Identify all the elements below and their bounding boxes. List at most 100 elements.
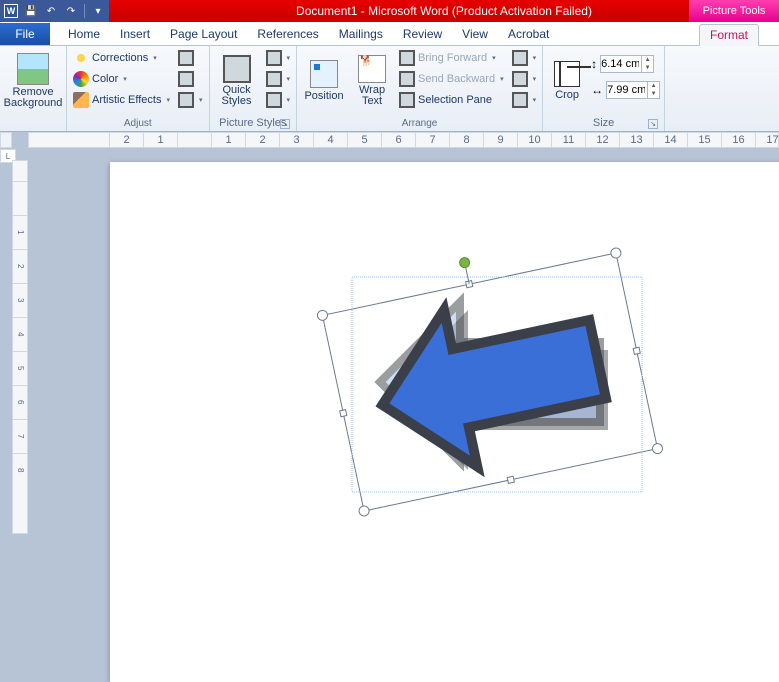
tab-home[interactable]: Home bbox=[58, 23, 110, 45]
selection-pane-button[interactable]: Selection Pane bbox=[397, 90, 506, 110]
group-button[interactable]: ▾ bbox=[510, 69, 539, 89]
change-picture-button[interactable] bbox=[176, 69, 205, 89]
picture-border-button[interactable]: ▾ bbox=[264, 48, 293, 68]
ruler-tick: 9 bbox=[483, 133, 517, 147]
qat-customize-icon[interactable]: ▾ bbox=[91, 4, 105, 18]
ruler-tick: 8 bbox=[449, 133, 483, 147]
width-field[interactable]: ↔ ▲▼ bbox=[591, 80, 660, 100]
change-picture-icon bbox=[178, 71, 194, 87]
undo-icon[interactable]: ↶ bbox=[44, 4, 58, 18]
vertical-ruler[interactable]: 12345678 bbox=[12, 160, 28, 534]
artistic-effects-button[interactable]: Artistic Effects▾ bbox=[71, 90, 172, 110]
color-icon bbox=[73, 71, 89, 87]
spin-up-icon[interactable]: ▲ bbox=[647, 82, 659, 90]
reset-picture-button[interactable]: ▾ bbox=[176, 90, 205, 110]
tab-acrobat[interactable]: Acrobat bbox=[498, 23, 559, 45]
tab-format[interactable]: Format bbox=[699, 24, 759, 46]
artistic-effects-icon bbox=[73, 92, 89, 108]
rotate-icon bbox=[512, 92, 528, 108]
chevron-down-icon: ▾ bbox=[199, 96, 203, 104]
chevron-down-icon: ▾ bbox=[287, 96, 291, 104]
width-icon: ↔ bbox=[591, 83, 603, 97]
position-button[interactable]: Position bbox=[301, 48, 347, 114]
ruler-tick bbox=[13, 181, 27, 215]
send-backward-button[interactable]: Send Backward▾ bbox=[397, 69, 506, 89]
dialog-launcher-icon[interactable]: ↘ bbox=[280, 119, 290, 129]
chevron-down-icon: ▾ bbox=[533, 96, 537, 104]
effects-icon bbox=[266, 71, 282, 87]
word-app-icon[interactable]: W bbox=[4, 4, 18, 18]
ruler-tick: 2 bbox=[109, 133, 143, 147]
document-page[interactable] bbox=[110, 162, 779, 682]
ruler-tick: 4 bbox=[13, 317, 27, 351]
picture-layout-button[interactable]: ▾ bbox=[264, 90, 293, 110]
quick-access-toolbar: W 💾 ↶ ↷ ▾ bbox=[0, 0, 109, 22]
chevron-down-icon: ▾ bbox=[166, 96, 170, 104]
spin-down-icon[interactable]: ▼ bbox=[641, 64, 653, 72]
chevron-down-icon: ▾ bbox=[500, 75, 504, 83]
ruler-tick: 7 bbox=[13, 419, 27, 453]
chevron-down-icon: ▾ bbox=[533, 75, 537, 83]
ruler-tick: 2 bbox=[245, 133, 279, 147]
ruler-tick bbox=[177, 133, 211, 147]
reset-icon bbox=[178, 92, 194, 108]
ruler-tick: 12 bbox=[585, 133, 619, 147]
height-field[interactable]: ↕ ▲▼ bbox=[591, 54, 660, 74]
ruler-tick: 13 bbox=[619, 133, 653, 147]
quick-styles-icon bbox=[223, 55, 251, 83]
redo-icon[interactable]: ↷ bbox=[64, 4, 78, 18]
window-title: Document1 - Microsoft Word (Product Acti… bbox=[109, 4, 779, 18]
ruler-tick: 4 bbox=[313, 133, 347, 147]
group-label-size: Size↘ bbox=[547, 116, 660, 131]
rotate-button[interactable]: ▾ bbox=[510, 90, 539, 110]
save-icon[interactable]: 💾 bbox=[24, 4, 38, 18]
ribbon-tabs: File Home Insert Page Layout References … bbox=[0, 22, 779, 46]
spin-down-icon[interactable]: ▼ bbox=[647, 90, 659, 98]
compress-pictures-button[interactable] bbox=[176, 48, 205, 68]
tab-references[interactable]: References bbox=[247, 23, 328, 45]
tab-review[interactable]: Review bbox=[393, 23, 452, 45]
ribbon: Remove Background Corrections▾ Color▾ Ar… bbox=[0, 46, 779, 132]
ruler-tick: 8 bbox=[13, 453, 27, 487]
selected-picture[interactable] bbox=[310, 237, 670, 527]
tab-insert[interactable]: Insert bbox=[110, 23, 160, 45]
corrections-icon bbox=[73, 50, 89, 66]
chevron-down-icon: ▾ bbox=[492, 54, 496, 62]
dialog-launcher-icon[interactable]: ↘ bbox=[648, 119, 658, 129]
ruler-tick: 5 bbox=[347, 133, 381, 147]
send-backward-icon bbox=[399, 71, 415, 87]
position-icon bbox=[310, 60, 338, 88]
qat-separator bbox=[84, 4, 85, 18]
group-size: Crop ↕ ▲▼ ↔ ▲▼ Size↘ bbox=[543, 46, 665, 131]
group-label-adjust: Adjust bbox=[71, 117, 205, 131]
chevron-down-icon: ▾ bbox=[287, 54, 291, 62]
crop-button[interactable]: Crop bbox=[547, 48, 587, 114]
arrow-clipart bbox=[310, 237, 670, 527]
color-button[interactable]: Color▾ bbox=[71, 69, 172, 89]
group-label-styles: Picture Styles↘ bbox=[214, 116, 293, 131]
document-workspace: L 21123456789101112131415161718 12345678 bbox=[0, 132, 779, 534]
quick-styles-button[interactable]: Quick Styles bbox=[214, 48, 260, 114]
corrections-button[interactable]: Corrections▾ bbox=[71, 48, 172, 68]
remove-background-button[interactable]: Remove Background bbox=[4, 48, 62, 114]
align-icon bbox=[512, 50, 528, 66]
group-icon bbox=[512, 71, 528, 87]
crop-icon bbox=[554, 61, 580, 87]
wrap-text-button[interactable]: Wrap Text bbox=[351, 48, 393, 114]
group-label-blank bbox=[4, 117, 62, 131]
spin-up-icon[interactable]: ▲ bbox=[641, 56, 653, 64]
align-button[interactable]: ▾ bbox=[510, 48, 539, 68]
ruler-tick: 3 bbox=[13, 283, 27, 317]
wrap-text-icon bbox=[358, 55, 386, 83]
horizontal-ruler[interactable]: 21123456789101112131415161718 bbox=[28, 132, 779, 148]
tab-file[interactable]: File bbox=[0, 23, 50, 45]
picture-effects-button[interactable]: ▾ bbox=[264, 69, 293, 89]
ruler-tick: 1 bbox=[211, 133, 245, 147]
layout-icon bbox=[266, 92, 282, 108]
ruler-tick: 6 bbox=[13, 385, 27, 419]
tab-page-layout[interactable]: Page Layout bbox=[160, 23, 247, 45]
tab-view[interactable]: View bbox=[452, 23, 498, 45]
bring-forward-button[interactable]: Bring Forward▾ bbox=[397, 48, 506, 68]
tab-mailings[interactable]: Mailings bbox=[329, 23, 393, 45]
ruler-tick: 1 bbox=[143, 133, 177, 147]
